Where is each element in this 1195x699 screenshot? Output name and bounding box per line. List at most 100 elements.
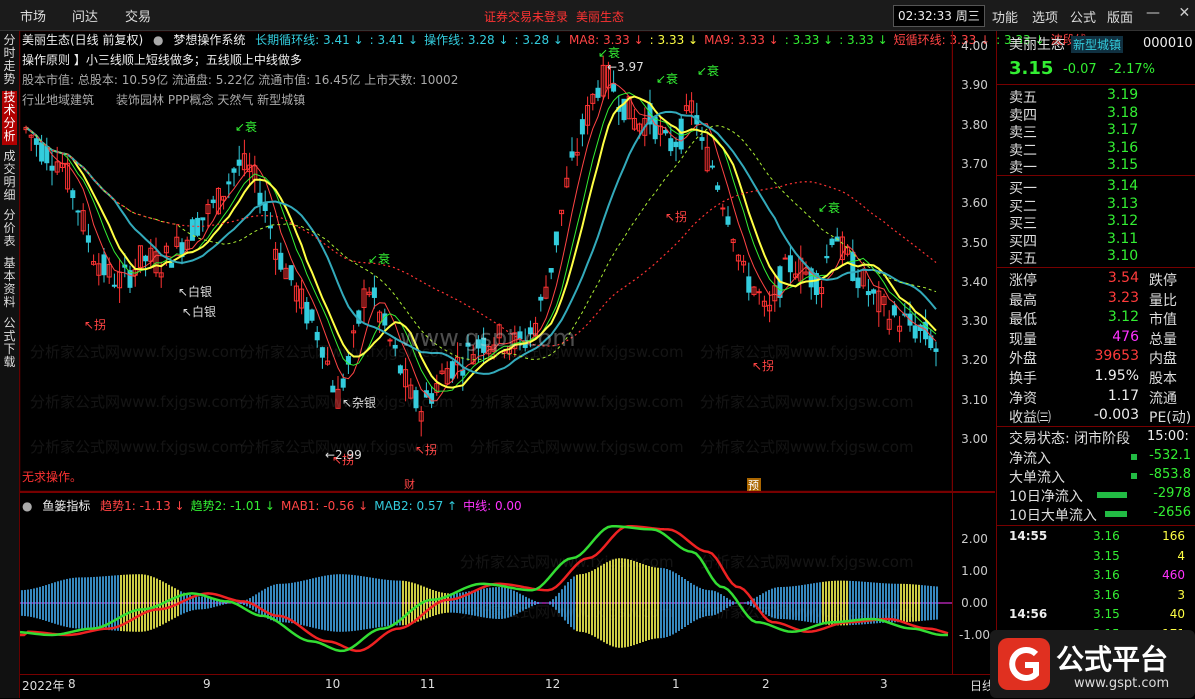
indicator-chart[interactable] <box>20 493 952 675</box>
ask-row[interactable]: 卖二 3.16 <box>1009 139 1195 159</box>
candle-body <box>668 138 674 152</box>
indicator-value: 中线: 0.00 <box>463 499 522 513</box>
candle-body <box>101 254 107 276</box>
ma-yellow-line <box>25 95 937 389</box>
stat-row[interactable]: 净资 1.17 流通 <box>1009 388 1195 407</box>
stat-row[interactable]: 收益㈢ -0.003 PE(动) <box>1009 407 1195 427</box>
candle-body <box>527 327 533 335</box>
price-tick-label: 3.20 <box>961 353 988 368</box>
indicator-value: MAB2: 0.57 ↑ <box>374 499 458 513</box>
tick-price: 3.16 <box>1093 587 1120 602</box>
quote-concept-tag[interactable]: 新型城镇 <box>1071 36 1124 53</box>
menu-function[interactable]: 功能 <box>992 7 1018 26</box>
date-tick-label: 1 <box>672 677 680 691</box>
stat-row[interactable]: 外盘 39653 内盘 <box>1009 348 1195 367</box>
ask-row-value: 3.16 <box>1107 139 1139 156</box>
price-tick-label: 3.80 <box>961 117 988 132</box>
stat-row[interactable]: 涨停 3.54 跌停 <box>1009 270 1195 289</box>
candle-body <box>33 138 39 145</box>
annotation-label: ↙衰 <box>697 63 719 78</box>
header-value: : 3.33 ↓ <box>649 33 699 47</box>
stat-row-value: -0.003 <box>1093 407 1139 424</box>
candle-body <box>569 151 575 158</box>
bid-row[interactable]: 买四 3.11 <box>1009 231 1195 250</box>
candle-body <box>652 116 658 140</box>
ask-row[interactable]: 卖四 3.18 <box>1009 105 1195 124</box>
candle-body <box>678 118 684 150</box>
date-tick-label: 3 <box>880 677 888 691</box>
ma-short-red-line <box>25 82 937 402</box>
window-controls[interactable]: — ✕ <box>1146 5 1190 21</box>
candle-body <box>824 256 830 259</box>
menu-layout[interactable]: 版面 <box>1107 7 1133 26</box>
ask-row[interactable]: 卖一 3.15 <box>1009 157 1195 176</box>
stat-row-label: 最低 <box>1009 312 1037 329</box>
tab-intraday[interactable]: 分时走势 <box>2 34 17 86</box>
candle-body <box>720 207 726 210</box>
indicator-menu-icon[interactable]: ● <box>22 499 32 513</box>
tab-technical[interactable]: 技术分析 <box>2 91 17 145</box>
stat-row[interactable]: 现量 476 总量 <box>1009 328 1195 348</box>
candle-body <box>746 276 752 293</box>
marker-cai: 财 <box>404 477 415 491</box>
date-tick-label: 9 <box>203 677 211 691</box>
stat-row-right-label: 量比 <box>1149 292 1177 309</box>
ask-row[interactable]: 卖三 3.17 <box>1009 122 1195 141</box>
menu-market[interactable]: 市场 <box>20 6 46 25</box>
menu-options[interactable]: 选项 <box>1032 7 1058 26</box>
stat-row-right-label: 股本 <box>1149 371 1177 387</box>
stat-row-right-label: PE(动) <box>1149 410 1192 427</box>
indicator-tick-label: 0.00 <box>961 596 988 610</box>
fund-flow-value: -853.8 <box>1149 467 1191 482</box>
stat-row[interactable]: 最高 3.23 量比 <box>1009 290 1195 309</box>
bid-row[interactable]: 买五 3.10 <box>1009 248 1195 267</box>
tab-trades[interactable]: 成交明细 <box>2 150 17 204</box>
minimize-icon[interactable]: — <box>1146 5 1160 21</box>
candle-body <box>210 199 216 204</box>
indicator-value: 趋势2: -1.01 ↓ <box>190 499 275 513</box>
menu-trade[interactable]: 交易 <box>125 6 151 25</box>
stat-row[interactable]: 最低 3.12 市值 <box>1009 309 1195 329</box>
formula-dropdown-icon[interactable]: ● <box>153 33 163 47</box>
header-value: : 3.33 ↓ <box>839 33 888 47</box>
candle-body <box>143 255 149 262</box>
header-value: 长期循环线: 3.41 ↓ <box>255 33 364 47</box>
candle-body <box>595 87 601 98</box>
top-menu-bar: 市场 问达 交易 证券交易未登录 美丽生态 02:32:33 周三 功能 选项 … <box>0 0 1195 31</box>
logo-title: 公式平台 <box>1056 643 1169 676</box>
stat-row-label: 最高 <box>1009 292 1037 309</box>
indicator-value: MAB1: -0.56 ↓ <box>281 499 369 513</box>
stat-row[interactable]: 换手 1.95% 股本 <box>1009 368 1195 387</box>
price-tick-label: 3.50 <box>961 235 988 250</box>
tab-price-table[interactable]: 分价表 <box>2 209 17 251</box>
date-tick-label: 12 <box>545 677 561 691</box>
date-tick-label: 2 <box>762 677 770 691</box>
header-value: MA9: 3.33 ↓ <box>704 33 779 47</box>
annotation-label: ↖拐 <box>415 442 437 457</box>
stat-row-value: 476 <box>1112 328 1139 345</box>
candle-body <box>111 284 117 287</box>
menu-wenda[interactable]: 问达 <box>72 6 98 25</box>
tick-volume: 4 <box>1177 548 1185 563</box>
annotation-label: ←2.99 <box>325 448 362 462</box>
concept-text: 装饰园林 PPP概念 天然气 新型城镇 <box>116 93 306 107</box>
quote-code: 000010 <box>1143 36 1193 51</box>
tab-formula-download[interactable]: 公式下载 <box>2 317 17 371</box>
bid-row[interactable]: 买二 3.13 <box>1009 196 1195 215</box>
quote-panel: 美丽生态 新型城镇 000010 3.15 -0.07 -2.17% 交易状态:… <box>996 31 1195 698</box>
fund-flow-label: 净流入 <box>1009 451 1051 467</box>
candle-body <box>787 255 793 273</box>
bid-row[interactable]: 买三 3.12 <box>1009 213 1195 232</box>
bid-row[interactable]: 买一 3.14 <box>1009 178 1195 197</box>
indicator-name[interactable]: 鱼篓指标 <box>42 499 90 513</box>
close-icon[interactable]: ✕ <box>1178 5 1190 21</box>
indicator-value: 趋势1: -1.13 ↓ <box>100 499 185 513</box>
menu-formula[interactable]: 公式 <box>1070 7 1096 26</box>
tab-fundamentals[interactable]: 基本资料 <box>2 257 17 311</box>
candle-body <box>340 378 346 388</box>
candle-body <box>236 159 242 166</box>
annotation-label: ↙衰 <box>368 251 390 266</box>
ask-row[interactable]: 卖五 3.19 <box>1009 87 1195 106</box>
formula-name[interactable]: 梦想操作系统 <box>173 33 245 47</box>
annotation-label: ←3.97 <box>607 60 644 74</box>
